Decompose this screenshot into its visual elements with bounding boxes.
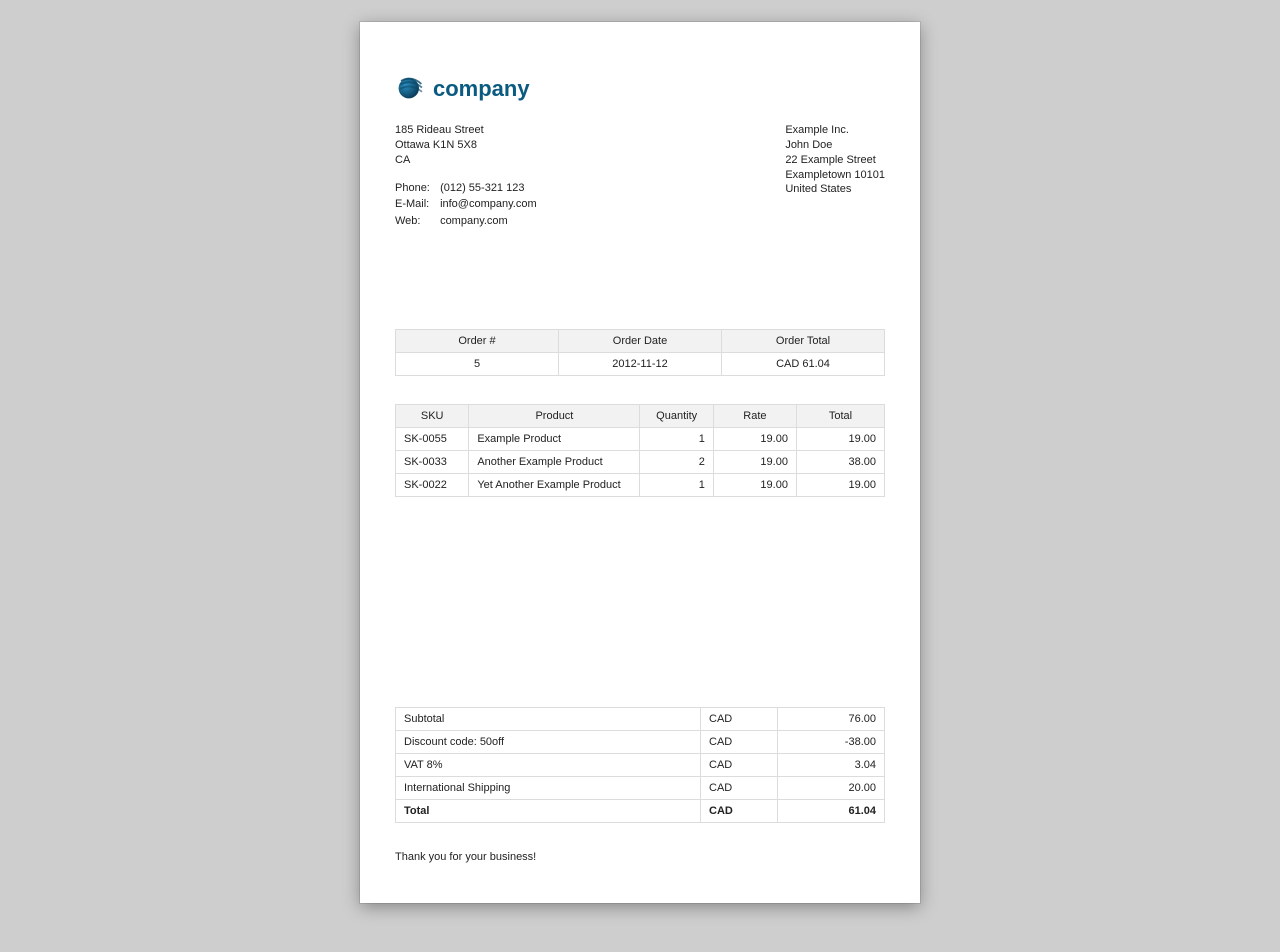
totals-row: SubtotalCAD76.00 [396,708,885,731]
totals-currency: CAD [701,708,778,731]
item-qty: 2 [640,451,713,474]
totals-row: Discount code: 50offCAD-38.00 [396,731,885,754]
table-row: SK-0055Example Product119.0019.00 [396,428,885,451]
order-number: 5 [396,353,559,376]
company-web: company.com [440,215,508,227]
web-label: Web: [395,213,437,230]
item-rate: 19.00 [713,451,796,474]
customer-street: 22 Example Street [785,153,885,168]
company-address: 185 Rideau Street Ottawa K1N 5X8 CA [395,123,537,168]
order-date-header: Order Date [559,330,722,353]
grand-total-currency: CAD [701,800,778,823]
totals-amount: 3.04 [778,754,885,777]
grand-total-amount: 61.04 [778,800,885,823]
company-contact: Phone: (012) 55-321 123 E-Mail: info@com… [395,180,537,230]
totals-amount: 20.00 [778,777,885,800]
item-sku: SK-0055 [396,428,469,451]
customer-address: Example Inc. John Doe 22 Example Street … [755,123,885,197]
globe-stripes-icon [395,72,425,105]
grand-total-row: TotalCAD61.04 [396,800,885,823]
col-sku: SKU [396,405,469,428]
item-product: Another Example Product [469,451,640,474]
totals-row: International ShippingCAD20.00 [396,777,885,800]
item-rate: 19.00 [713,474,796,497]
item-qty: 1 [640,428,713,451]
customer-country: United States [785,182,885,197]
col-product: Product [469,405,640,428]
company-logo: company [395,72,885,105]
totals-row: VAT 8%CAD3.04 [396,754,885,777]
phone-label: Phone: [395,180,437,197]
customer-city: Exampletown 10101 [785,168,885,183]
item-qty: 1 [640,474,713,497]
table-row: SK-0022Yet Another Example Product119.00… [396,474,885,497]
totals-label: Discount code: 50off [396,731,701,754]
line-items-table: SKU Product Quantity Rate Total SK-0055E… [395,404,885,497]
item-product: Yet Another Example Product [469,474,640,497]
invoice-page: company 185 Rideau Street Ottawa K1N 5X8… [360,22,920,903]
company-phone: (012) 55-321 123 [440,182,524,194]
totals-label: VAT 8% [396,754,701,777]
grand-total-label: Total [396,800,701,823]
item-sku: SK-0022 [396,474,469,497]
totals-label: International Shipping [396,777,701,800]
order-number-header: Order # [396,330,559,353]
col-qty: Quantity [640,405,713,428]
customer-name: John Doe [785,138,885,153]
company-address-line: 185 Rideau Street [395,123,537,138]
order-total: CAD 61.04 [722,353,885,376]
email-label: E-Mail: [395,196,437,213]
totals-currency: CAD [701,777,778,800]
table-row: SK-0033Another Example Product219.0038.0… [396,451,885,474]
totals-amount: -38.00 [778,731,885,754]
customer-company: Example Inc. [785,123,885,138]
totals-table: SubtotalCAD76.00Discount code: 50offCAD-… [395,707,885,823]
thanks-message: Thank you for your business! [395,851,885,863]
col-rate: Rate [713,405,796,428]
item-total: 19.00 [796,474,884,497]
totals-currency: CAD [701,731,778,754]
order-summary-table: Order # Order Date Order Total 5 2012-11… [395,329,885,376]
totals-label: Subtotal [396,708,701,731]
item-rate: 19.00 [713,428,796,451]
item-total: 19.00 [796,428,884,451]
col-total: Total [796,405,884,428]
item-sku: SK-0033 [396,451,469,474]
order-date: 2012-11-12 [559,353,722,376]
company-logo-text: company [433,76,530,102]
company-address-line: Ottawa K1N 5X8 [395,138,537,153]
totals-currency: CAD [701,754,778,777]
company-address-line: CA [395,153,537,168]
company-email: info@company.com [440,198,537,210]
totals-amount: 76.00 [778,708,885,731]
item-product: Example Product [469,428,640,451]
order-total-header: Order Total [722,330,885,353]
item-total: 38.00 [796,451,884,474]
